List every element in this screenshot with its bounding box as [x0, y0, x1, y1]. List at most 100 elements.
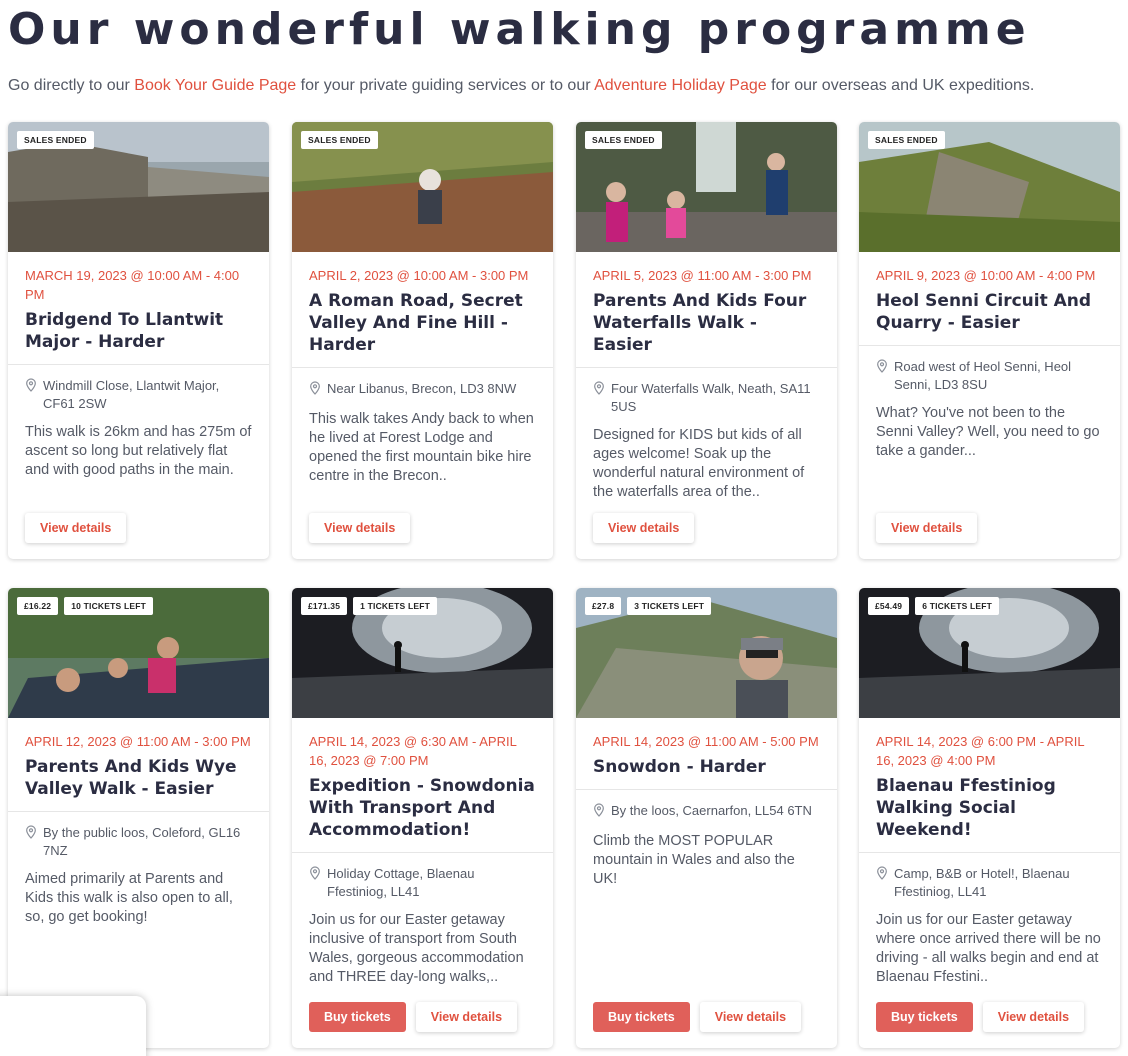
event-location: By the public loos, Coleford, GL16 7NZ — [25, 824, 252, 860]
status-badge: 3 TICKETS LEFT — [627, 597, 712, 615]
event-description: Join us for our Easter getaway inclusive… — [309, 912, 524, 985]
event-description: Designed for KIDS but kids of all ages w… — [593, 427, 805, 500]
location-text: Four Waterfalls Walk, Neath, SA11 5US — [611, 381, 811, 414]
card-divider — [292, 367, 553, 368]
event-image[interactable]: £16.22 10 TICKETS LEFT — [8, 588, 269, 718]
event-card[interactable]: SALES ENDED MARCH 19, 2023 @ 10:00 AM - … — [8, 122, 269, 559]
location-text: Holiday Cottage, Blaenau Ffestiniog, LL4… — [327, 866, 475, 899]
price-badge: £54.49 — [868, 597, 910, 615]
location-pin-icon — [593, 803, 611, 822]
event-date: APRIL 12, 2023 @ 11:00 AM - 3:00 PM — [25, 734, 251, 749]
view-details-button[interactable]: View details — [876, 513, 978, 543]
location-pin-icon — [876, 866, 894, 901]
event-image[interactable]: £27.8 3 TICKETS LEFT — [576, 588, 837, 718]
view-details-button[interactable]: View details — [982, 1002, 1085, 1032]
view-details-button[interactable]: View details — [309, 513, 411, 543]
event-title[interactable]: Expedition - Snowdonia With Transport An… — [309, 775, 536, 841]
location-pin-icon — [876, 359, 894, 394]
event-title[interactable]: Bridgend To Llantwit Major - Harder — [25, 309, 252, 353]
status-badge: 1 TICKETS LEFT — [353, 597, 437, 615]
event-location: Windmill Close, Llantwit Major, CF61 2SW — [25, 377, 252, 413]
event-location: Road west of Heol Senni, Heol Senni, LD3… — [876, 358, 1103, 394]
buy-tickets-button[interactable]: Buy tickets — [593, 1002, 690, 1032]
card-badges: SALES ENDED — [868, 131, 945, 149]
location-text: Road west of Heol Senni, Heol Senni, LD3… — [894, 359, 1072, 392]
card-divider — [859, 852, 1120, 853]
card-actions: View details — [25, 513, 127, 543]
event-card[interactable]: £27.8 3 TICKETS LEFT APRIL 14, 2023 @ 11:… — [576, 588, 837, 1048]
page-title: Our wonderful walking programme — [8, 4, 1031, 55]
event-date: APRIL 14, 2023 @ 11:00 AM - 5:00 PM — [593, 734, 819, 749]
buy-tickets-button[interactable]: Buy tickets — [309, 1002, 406, 1032]
event-location: By the loos, Caernarfon, LL54 6TN — [593, 802, 820, 822]
event-description: Climb the MOST POPULAR mountain in Wales… — [593, 833, 795, 887]
event-title[interactable]: A Roman Road, Secret Valley And Fine Hil… — [309, 290, 536, 356]
event-image[interactable]: SALES ENDED — [292, 122, 553, 252]
event-title[interactable]: Heol Senni Circuit And Quarry - Easier — [876, 290, 1103, 334]
price-badge: £16.22 — [17, 597, 59, 615]
event-description: This walk is 26km and has 275m of ascent… — [25, 424, 252, 478]
event-card[interactable]: £171.35 1 TICKETS LEFT APRIL 14, 2023 @ 6… — [292, 588, 553, 1048]
event-image[interactable]: SALES ENDED — [859, 122, 1120, 252]
card-badges: £16.22 10 TICKETS LEFT — [17, 597, 153, 615]
status-badge: SALES ENDED — [17, 131, 94, 149]
view-details-button[interactable]: View details — [699, 1002, 802, 1032]
location-text: Near Libanus, Brecon, LD3 8NW — [327, 381, 517, 396]
event-card[interactable]: £54.49 6 TICKETS LEFT APRIL 14, 2023 @ 6:… — [859, 588, 1120, 1048]
location-pin-icon — [25, 825, 43, 860]
event-title[interactable]: Parents And Kids Wye Valley Walk - Easie… — [25, 756, 252, 800]
book-your-guide-link[interactable]: Book Your Guide Page — [134, 77, 296, 94]
card-actions: View details — [309, 513, 411, 543]
location-text: By the loos, Caernarfon, LL54 6TN — [611, 803, 812, 818]
location-pin-icon — [593, 381, 611, 416]
chat-popup[interactable] — [0, 996, 146, 1056]
event-title[interactable]: Blaenau Ffestiniog Walking Social Weeken… — [876, 775, 1103, 841]
event-image[interactable]: £171.35 1 TICKETS LEFT — [292, 588, 553, 718]
location-text: By the public loos, Coleford, GL16 7NZ — [43, 825, 241, 858]
adventure-holiday-link[interactable]: Adventure Holiday Page — [594, 77, 767, 94]
card-divider — [8, 364, 269, 365]
view-details-button[interactable]: View details — [415, 1002, 518, 1032]
event-title[interactable]: Parents And Kids Four Waterfalls Walk - … — [593, 290, 820, 356]
card-actions: Buy tickets View details — [593, 1002, 802, 1032]
card-badges: SALES ENDED — [585, 131, 662, 149]
view-details-button[interactable]: View details — [593, 513, 695, 543]
event-description: Join us for our Easter getaway where onc… — [876, 912, 1101, 985]
card-divider — [292, 852, 553, 853]
card-actions: Buy tickets View details — [309, 1002, 518, 1032]
status-badge: SALES ENDED — [301, 131, 378, 149]
event-title[interactable]: Snowdon - Harder — [593, 756, 820, 778]
event-date: APRIL 9, 2023 @ 10:00 AM - 4:00 PM — [876, 268, 1096, 283]
event-image[interactable]: SALES ENDED — [8, 122, 269, 252]
event-location: Near Libanus, Brecon, LD3 8NW — [309, 380, 536, 400]
location-text: Windmill Close, Llantwit Major, CF61 2SW — [43, 378, 220, 411]
card-divider — [576, 789, 837, 790]
status-badge: 6 TICKETS LEFT — [915, 597, 1000, 615]
price-badge: £27.8 — [585, 597, 622, 615]
event-image[interactable]: £54.49 6 TICKETS LEFT — [859, 588, 1120, 718]
event-card[interactable]: £16.22 10 TICKETS LEFT APRIL 12, 2023 @ 1… — [8, 588, 269, 1048]
card-badges: SALES ENDED — [301, 131, 378, 149]
intro-text: Go directly to our Book Your Guide Page … — [8, 77, 1035, 94]
event-date: APRIL 2, 2023 @ 10:00 AM - 3:00 PM — [309, 268, 529, 283]
card-actions: View details — [593, 513, 695, 543]
event-card[interactable]: SALES ENDED APRIL 5, 2023 @ 11:00 AM - 3… — [576, 122, 837, 559]
card-badges: SALES ENDED — [17, 131, 94, 149]
location-pin-icon — [309, 381, 327, 400]
location-pin-icon — [309, 866, 327, 901]
status-badge: SALES ENDED — [585, 131, 662, 149]
location-pin-icon — [25, 378, 43, 413]
view-details-button[interactable]: View details — [25, 513, 127, 543]
event-date: MARCH 19, 2023 @ 10:00 AM - 4:00 PM — [25, 268, 240, 302]
card-badges: £54.49 6 TICKETS LEFT — [868, 597, 1000, 615]
status-badge: 10 TICKETS LEFT — [64, 597, 153, 615]
event-description: This walk takes Andy back to when he liv… — [309, 411, 534, 484]
event-card[interactable]: SALES ENDED APRIL 2, 2023 @ 10:00 AM - 3… — [292, 122, 553, 559]
event-location: Camp, B&B or Hotel!, Blaenau Ffestiniog,… — [876, 865, 1103, 901]
event-date: APRIL 14, 2023 @ 6:30 AM - APRIL 16, 202… — [309, 734, 517, 768]
buy-tickets-button[interactable]: Buy tickets — [876, 1002, 973, 1032]
event-image[interactable]: SALES ENDED — [576, 122, 837, 252]
event-location: Holiday Cottage, Blaenau Ffestiniog, LL4… — [309, 865, 536, 901]
status-badge: SALES ENDED — [868, 131, 945, 149]
event-card[interactable]: SALES ENDED APRIL 9, 2023 @ 10:00 AM - 4… — [859, 122, 1120, 559]
